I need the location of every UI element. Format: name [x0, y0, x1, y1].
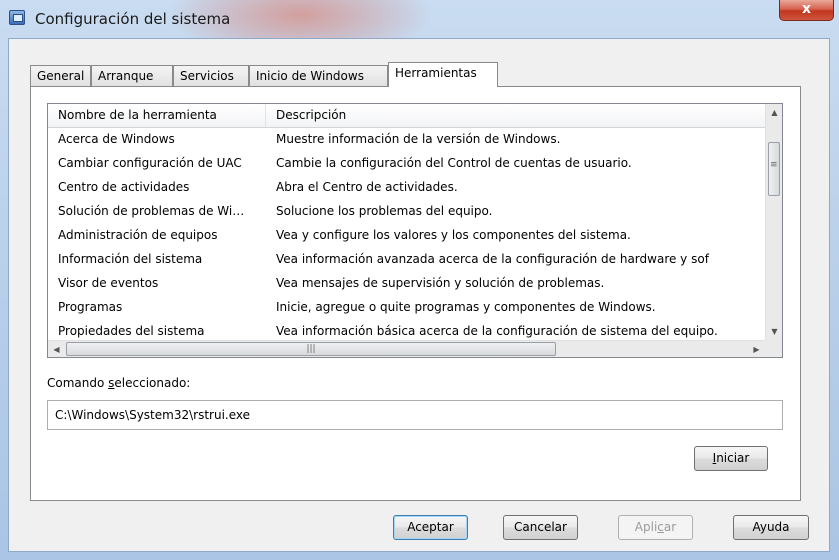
- launch-label: niciar: [716, 451, 750, 465]
- tool-name: Solución de problemas de Wi…: [58, 204, 245, 218]
- apply-label-rest: ar: [663, 520, 677, 534]
- scroll-down-arrow-icon[interactable]: ▼: [766, 323, 782, 340]
- vertical-scrollbar[interactable]: ▲ ▼: [765, 104, 782, 340]
- table-row[interactable]: Solución de problemas de Wi… Solucione l…: [48, 200, 765, 224]
- tool-description: Inicie, agregue o quite programas y comp…: [276, 300, 656, 314]
- horizontal-scrollbar[interactable]: ◀ ||| ▶: [48, 340, 765, 357]
- selected-command-label: Comando seleccionado:: [47, 376, 190, 390]
- launch-button[interactable]: Iniciar: [694, 446, 768, 471]
- apply-button[interactable]: Aplicar: [618, 515, 693, 540]
- apply-accelerator: c: [657, 520, 664, 534]
- close-button[interactable]: x: [779, 0, 834, 21]
- column-header-name[interactable]: Nombre de la herramienta: [48, 104, 266, 127]
- tool-name: Visor de eventos: [58, 276, 159, 290]
- tool-description: Vea mensajes de supervisión y solución d…: [276, 276, 605, 290]
- table-row[interactable]: Visor de eventos Vea mensajes de supervi…: [48, 272, 765, 296]
- table-row[interactable]: Programas Inicie, agregue o quite progra…: [48, 296, 765, 320]
- tools-panel: Nombre de la herramienta Descripción Ace…: [30, 86, 801, 501]
- tool-name: Programas: [58, 300, 123, 314]
- scroll-right-arrow-icon[interactable]: ▶: [748, 341, 765, 357]
- dialog-client: General Arranque Servicios Inicio de Win…: [8, 38, 830, 552]
- help-button[interactable]: Ayuda: [733, 515, 809, 540]
- column-header-description[interactable]: Descripción: [266, 104, 765, 127]
- tab-inicio-de-windows[interactable]: Inicio de Windows: [249, 65, 388, 86]
- table-row[interactable]: Centro de actividades Abra el Centro de …: [48, 176, 765, 200]
- tool-description: Vea y configure los valores y los compon…: [276, 228, 631, 242]
- tool-name: Administración de equipos: [58, 228, 218, 242]
- scroll-corner: [765, 340, 782, 357]
- tool-description: Vea información avanzada acerca de la co…: [276, 252, 709, 266]
- table-row[interactable]: Acerca de Windows Muestre información de…: [48, 128, 765, 152]
- tool-description: Abra el Centro de actividades.: [276, 180, 458, 194]
- tool-description: Solucione los problemas del equipo.: [276, 204, 493, 218]
- selected-command-field[interactable]: C:\Windows\System32\rstrui.exe: [47, 400, 783, 430]
- tab-general[interactable]: General: [30, 65, 91, 86]
- tab-arranque[interactable]: Arranque: [91, 65, 173, 86]
- tool-name: Acerca de Windows: [58, 132, 175, 146]
- tool-name: Información del sistema: [58, 252, 203, 266]
- title-bar[interactable]: Configuración del sistema x: [0, 0, 839, 60]
- tools-list[interactable]: Nombre de la herramienta Descripción Ace…: [47, 103, 783, 358]
- table-row[interactable]: Propiedades del sistema Vea información …: [48, 320, 765, 340]
- label-text-rest: eleccionado:: [114, 376, 191, 390]
- accept-button[interactable]: Aceptar: [393, 515, 468, 540]
- scroll-up-arrow-icon[interactable]: ▲: [766, 104, 782, 121]
- tool-name: Cambiar configuración de UAC: [58, 156, 242, 170]
- list-rows: Acerca de Windows Muestre información de…: [48, 128, 765, 340]
- label-text: Comando: [47, 376, 109, 390]
- window-frame: Configuración del sistema x General Arra…: [0, 0, 839, 560]
- tool-name: Propiedades del sistema: [58, 324, 205, 338]
- list-header: Nombre de la herramienta Descripción: [48, 104, 765, 128]
- tool-name: Centro de actividades: [58, 180, 190, 194]
- table-row[interactable]: Información del sistema Vea información …: [48, 248, 765, 272]
- tool-description: Cambie la configuración del Control de c…: [276, 156, 632, 170]
- apply-label: Apli: [634, 520, 658, 534]
- tool-description: Muestre información de la versión de Win…: [276, 132, 561, 146]
- msconfig-icon: [9, 10, 25, 25]
- scroll-left-arrow-icon[interactable]: ◀: [48, 341, 65, 357]
- window-title: Configuración del sistema: [35, 10, 231, 28]
- vertical-scroll-thumb[interactable]: [768, 142, 780, 196]
- tab-servicios[interactable]: Servicios: [173, 65, 249, 86]
- cancel-button[interactable]: Cancelar: [503, 515, 578, 540]
- horizontal-scroll-thumb[interactable]: |||: [66, 342, 556, 356]
- table-row[interactable]: Administración de equipos Vea y configur…: [48, 224, 765, 248]
- table-row[interactable]: Cambiar configuración de UAC Cambie la c…: [48, 152, 765, 176]
- tool-description: Vea información básica acerca de la conf…: [276, 324, 718, 338]
- tab-herramientas[interactable]: Herramientas: [388, 62, 498, 87]
